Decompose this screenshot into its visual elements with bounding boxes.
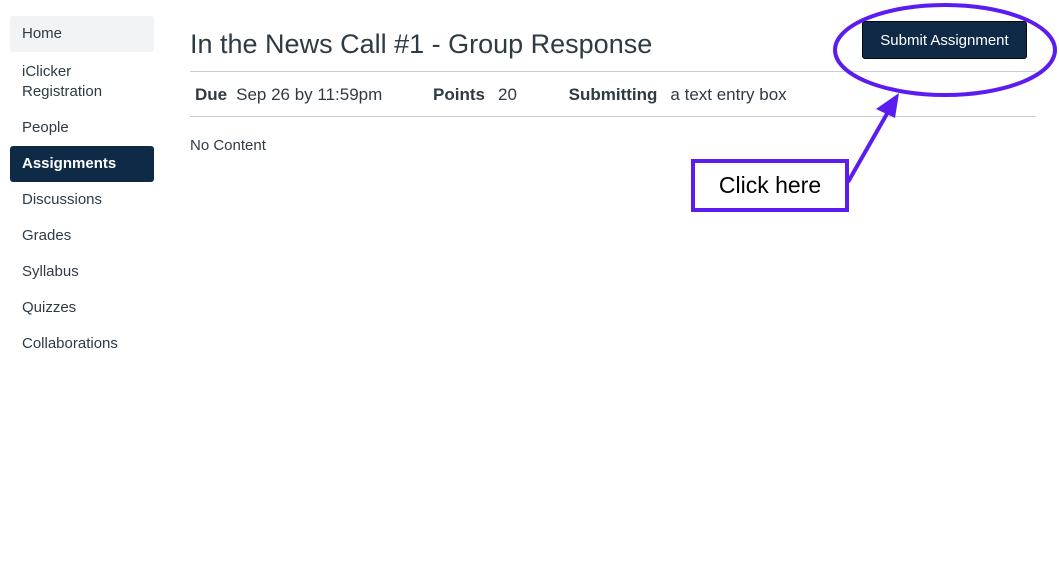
sidebar-item-iclicker-registration[interactable]: iClicker Registration xyxy=(10,62,154,102)
page-title: In the News Call #1 - Group Response xyxy=(190,29,653,59)
sidebar-item-grades[interactable]: Grades xyxy=(10,226,154,246)
points-label: Points xyxy=(433,85,485,104)
details-divider xyxy=(190,116,1036,117)
points-value: 20 xyxy=(498,85,517,104)
assignment-description: No Content xyxy=(190,137,266,154)
sidebar-item-people[interactable]: People xyxy=(10,118,154,138)
assignment-details: Due Sep 26 by 11:59pm Points 20 Submitting… xyxy=(195,84,787,106)
submitting-label: Submitting xyxy=(568,85,658,104)
due-label: Due xyxy=(195,85,228,104)
submitting-value: a text entry box xyxy=(670,85,787,104)
sidebar-item-syllabus[interactable]: Syllabus xyxy=(10,262,154,282)
sidebar-item-home[interactable]: Home xyxy=(10,16,154,52)
annotation-arrow-head xyxy=(876,93,899,118)
submit-assignment-button[interactable]: Submit Assignment xyxy=(862,21,1027,59)
sidebar-item-collaborations[interactable]: Collaborations xyxy=(10,334,154,354)
header-divider xyxy=(190,71,1036,72)
annotation-arrow-line xyxy=(846,111,890,183)
due-value: Sep 26 by 11:59pm xyxy=(236,85,383,104)
sidebar-item-discussions[interactable]: Discussions xyxy=(10,190,154,210)
click-here-callout: Click here xyxy=(691,159,849,212)
assignment-page: Home iClicker Registration People Assign… xyxy=(0,0,1059,577)
sidebar-item-assignments[interactable]: Assignments xyxy=(10,146,154,182)
sidebar-item-quizzes[interactable]: Quizzes xyxy=(10,298,154,318)
course-navigation: Home iClicker Registration People Assign… xyxy=(10,16,154,370)
